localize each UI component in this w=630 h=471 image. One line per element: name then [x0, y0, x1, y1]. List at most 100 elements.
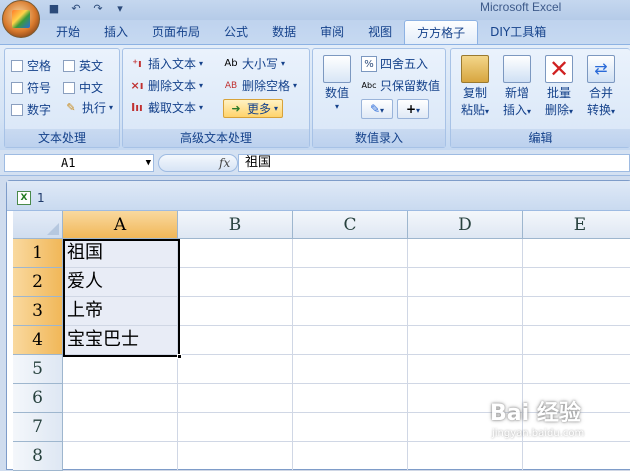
checkbox-icon[interactable]: [63, 59, 75, 72]
cell-c8[interactable]: [293, 442, 408, 471]
cell-c2[interactable]: [293, 268, 408, 297]
tab-review[interactable]: 审阅: [308, 20, 356, 44]
tab-formulas[interactable]: 公式: [212, 20, 260, 44]
insert-text-button[interactable]: ⁺ı 插入文本 ▾: [129, 55, 203, 72]
cell-e8[interactable]: [523, 442, 630, 471]
merge-convert-button[interactable]: ⇄ 合并 转换▾: [581, 53, 621, 129]
cell-b5[interactable]: [178, 355, 293, 384]
delete-space-button[interactable]: AB 删除空格 ▾: [223, 77, 297, 94]
row-header-4[interactable]: 4: [13, 326, 63, 355]
tab-data[interactable]: 数据: [260, 20, 308, 44]
tab-view[interactable]: 视图: [356, 20, 404, 44]
cell-c1[interactable]: [293, 239, 408, 268]
checkbox-icon[interactable]: [11, 103, 23, 116]
cell-d3[interactable]: [408, 297, 523, 326]
row-header-1[interactable]: 1: [13, 239, 63, 268]
option-number[interactable]: 数字: [11, 101, 51, 118]
cell-c4[interactable]: [293, 326, 408, 355]
cell-e3[interactable]: [523, 297, 630, 326]
insert-function-icon[interactable]: fx: [219, 155, 230, 171]
cell-a2[interactable]: 爱人: [63, 268, 178, 297]
tab-diy-toolbox[interactable]: DIY工具箱: [478, 20, 558, 44]
column-header-e[interactable]: E: [523, 211, 630, 239]
copy-paste-button[interactable]: 复制 粘贴▾: [455, 53, 495, 129]
cell-b8[interactable]: [178, 442, 293, 471]
cell-a6[interactable]: [63, 384, 178, 413]
cell-d4[interactable]: [408, 326, 523, 355]
case-icon: Ab: [224, 57, 238, 69]
row-header-5[interactable]: 5: [13, 355, 63, 384]
group-label: 数值录入: [313, 129, 445, 147]
checkbox-icon[interactable]: [11, 81, 23, 94]
column-header-c[interactable]: C: [293, 211, 408, 239]
checkbox-icon[interactable]: [11, 59, 23, 72]
edit-dropdown-button[interactable]: ✎▾: [361, 99, 393, 119]
extract-text-button[interactable]: Iıı 截取文本 ▾: [129, 99, 203, 116]
option-symbol[interactable]: 符号: [11, 79, 51, 96]
cell-c6[interactable]: [293, 384, 408, 413]
cell-c7[interactable]: [293, 413, 408, 442]
cell-e4[interactable]: [523, 326, 630, 355]
customize-icon[interactable]: ▾: [112, 2, 128, 16]
cell-a4[interactable]: 宝宝巴士: [63, 326, 178, 355]
row-header-6[interactable]: 6: [13, 384, 63, 413]
office-button[interactable]: [2, 0, 40, 38]
numeric-button[interactable]: 数值 ▾: [317, 53, 357, 129]
column-header-b[interactable]: B: [178, 211, 293, 239]
undo-icon[interactable]: ↶: [68, 2, 84, 16]
delete-text-button[interactable]: ×ı 删除文本 ▾: [129, 77, 204, 94]
row-header-3[interactable]: 3: [13, 297, 63, 326]
redo-icon[interactable]: ↷: [90, 2, 106, 16]
more-button[interactable]: ➜ 更多 ▾: [223, 99, 284, 118]
cell-b7[interactable]: [178, 413, 293, 442]
cell-b3[interactable]: [178, 297, 293, 326]
select-all-button[interactable]: [13, 211, 63, 239]
checkbox-icon[interactable]: [63, 81, 75, 94]
cell-c3[interactable]: [293, 297, 408, 326]
cell-e2[interactable]: [523, 268, 630, 297]
row-header-7[interactable]: 7: [13, 413, 63, 442]
dropdown-arrow-icon[interactable]: ▼: [146, 155, 151, 171]
name-box[interactable]: A1 ▼: [4, 154, 154, 172]
cell-a7[interactable]: [63, 413, 178, 442]
cell-b2[interactable]: [178, 268, 293, 297]
cell-d2[interactable]: [408, 268, 523, 297]
tab-fangfang[interactable]: 方方格子: [404, 20, 479, 44]
save-icon[interactable]: ■: [46, 2, 62, 16]
cell-d8[interactable]: [408, 442, 523, 471]
column-header-d[interactable]: D: [408, 211, 523, 239]
cell-c5[interactable]: [293, 355, 408, 384]
keep-value-button[interactable]: Abc 只保留数值: [361, 77, 441, 94]
new-insert-button[interactable]: 新增 插入▾: [497, 53, 537, 129]
row-header-2[interactable]: 2: [13, 268, 63, 297]
cell-e5[interactable]: [523, 355, 630, 384]
column-header-a[interactable]: A: [63, 211, 178, 239]
case-button[interactable]: Ab 大小写 ▾: [223, 55, 285, 72]
round-button[interactable]: % 四舍五入: [361, 55, 428, 72]
tab-page-layout[interactable]: 页面布局: [140, 20, 212, 44]
cell-d5[interactable]: [408, 355, 523, 384]
insert-rows-icon: [503, 55, 531, 83]
batch-delete-button[interactable]: ✕ 批量 删除▾: [539, 53, 579, 129]
execute-button[interactable]: ✎ 执行 ▾: [63, 99, 113, 116]
fill-handle[interactable]: [177, 354, 182, 359]
cell-d1[interactable]: [408, 239, 523, 268]
cell-e1[interactable]: [523, 239, 630, 268]
cell-a3[interactable]: 上帝: [63, 297, 178, 326]
cell-a1[interactable]: 祖国: [63, 239, 178, 268]
delete-space-icon: AB: [224, 80, 238, 91]
cell-b4[interactable]: [178, 326, 293, 355]
tab-insert[interactable]: 插入: [92, 20, 140, 44]
formula-input[interactable]: 祖国: [238, 154, 630, 172]
workbook-name: 1: [37, 191, 45, 205]
cell-a5[interactable]: [63, 355, 178, 384]
plus-dropdown-button[interactable]: +▾: [397, 99, 429, 119]
option-english[interactable]: 英文: [63, 57, 103, 74]
cell-b1[interactable]: [178, 239, 293, 268]
tab-home[interactable]: 开始: [44, 20, 92, 44]
option-space[interactable]: 空格: [11, 57, 51, 74]
option-chinese[interactable]: 中文: [63, 79, 103, 96]
cell-b6[interactable]: [178, 384, 293, 413]
row-header-8[interactable]: 8: [13, 442, 63, 471]
cell-a8[interactable]: [63, 442, 178, 471]
